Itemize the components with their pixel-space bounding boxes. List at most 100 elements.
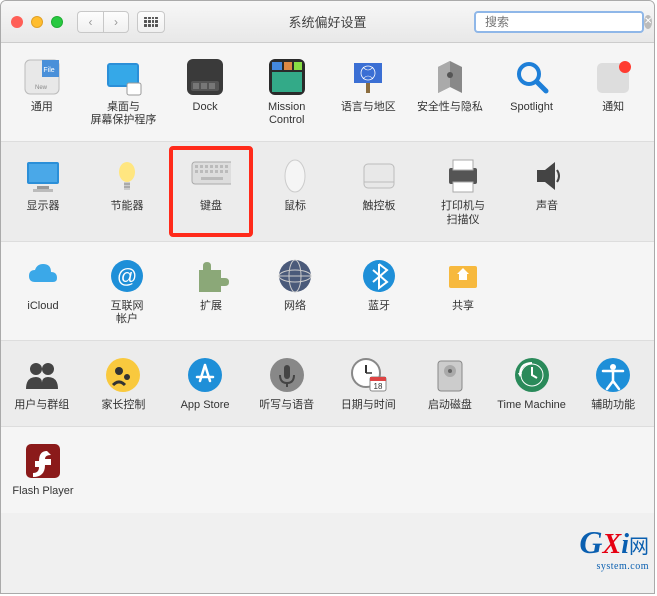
users-icon bbox=[22, 355, 62, 395]
titlebar: ‹ › 系统偏好设置 ✕ bbox=[1, 1, 654, 43]
pref-security[interactable]: 安全性与隐私 bbox=[409, 57, 491, 127]
timemachine-icon bbox=[512, 355, 552, 395]
language-icon bbox=[348, 57, 388, 97]
pref-label: Spotlight bbox=[510, 101, 553, 114]
pref-mission-control[interactable]: Mission Control bbox=[246, 57, 328, 127]
sharing-icon bbox=[443, 256, 483, 296]
pref-notifications[interactable]: 通知 bbox=[572, 57, 654, 127]
pref-flash-player[interactable]: Flash Player bbox=[1, 441, 85, 498]
svg-text:New: New bbox=[35, 85, 48, 91]
pref-users-groups[interactable]: 用户与群组 bbox=[1, 355, 83, 412]
pref-label: 日期与时间 bbox=[341, 399, 396, 412]
pref-label: 通知 bbox=[602, 101, 624, 114]
icloud-icon bbox=[23, 256, 63, 296]
pref-label: 扩展 bbox=[200, 300, 222, 313]
row-internet: iCloud @ 互联网 帐户 扩展 网络 bbox=[1, 242, 654, 341]
pref-label: 听写与语音 bbox=[259, 399, 314, 412]
pref-label: App Store bbox=[181, 399, 230, 412]
pref-label: 键盘 bbox=[200, 200, 222, 213]
trackpad-icon bbox=[359, 156, 399, 196]
zoom-button[interactable] bbox=[51, 16, 63, 28]
pref-bluetooth[interactable]: 蓝牙 bbox=[337, 256, 421, 326]
pref-label: 通用 bbox=[31, 101, 53, 114]
pref-trackpad[interactable]: 触控板 bbox=[337, 156, 421, 226]
pref-energy-saver[interactable]: 节能器 bbox=[85, 156, 169, 226]
pref-sound[interactable]: 声音 bbox=[505, 156, 589, 226]
close-button[interactable] bbox=[11, 16, 23, 28]
dictation-icon bbox=[267, 355, 307, 395]
row-thirdparty: Flash Player bbox=[1, 427, 654, 512]
pref-label: Dock bbox=[193, 101, 218, 114]
pref-label: iCloud bbox=[27, 300, 58, 313]
pref-parental-controls[interactable]: 家长控制 bbox=[83, 355, 165, 412]
pref-dock[interactable]: Dock bbox=[164, 57, 246, 127]
general-icon: File New bbox=[22, 57, 62, 97]
pref-label: 声音 bbox=[536, 200, 558, 213]
pref-dictation[interactable]: 听写与语音 bbox=[246, 355, 328, 412]
minimize-button[interactable] bbox=[31, 16, 43, 28]
back-button[interactable]: ‹ bbox=[77, 11, 103, 33]
sound-icon bbox=[527, 156, 567, 196]
pref-startup-disk[interactable]: 启动磁盘 bbox=[409, 355, 491, 412]
mouse-icon bbox=[275, 156, 315, 196]
flash-icon bbox=[23, 441, 63, 481]
pref-icloud[interactable]: iCloud bbox=[1, 256, 85, 326]
system-preferences-window: ‹ › 系统偏好设置 ✕ File New 通用 bbox=[0, 0, 655, 594]
pref-label: 桌面与 屏幕保护程序 bbox=[90, 101, 156, 127]
preferences-grid: FileNew 通用 桌面与 屏幕保护程序 Dock Mis bbox=[1, 43, 654, 513]
window-title: 系统偏好设置 bbox=[288, 12, 366, 31]
parental-icon bbox=[103, 355, 143, 395]
network-icon bbox=[275, 256, 315, 296]
pref-label: 触控板 bbox=[363, 200, 396, 213]
pref-displays[interactable]: 显示器 bbox=[1, 156, 85, 226]
pref-label: 蓝牙 bbox=[368, 300, 390, 313]
pref-label: 安全性与隐私 bbox=[417, 101, 483, 114]
pref-keyboard[interactable]: 键盘 bbox=[169, 146, 253, 236]
displays-icon bbox=[23, 156, 63, 196]
pref-language-region[interactable]: 语言与地区 bbox=[328, 57, 410, 127]
pref-date-time[interactable]: 18 日期与时间 bbox=[328, 355, 410, 412]
pref-label: 互联网 帐户 bbox=[111, 300, 144, 326]
pref-label: Mission Control bbox=[268, 101, 305, 127]
internet-accounts-icon: @ bbox=[107, 256, 147, 296]
svg-text:@: @ bbox=[117, 266, 137, 288]
spotlight-icon bbox=[512, 57, 552, 97]
pref-network[interactable]: 网络 bbox=[253, 256, 337, 326]
pref-accessibility[interactable]: 辅助功能 bbox=[572, 355, 654, 412]
pref-app-store[interactable]: App Store bbox=[164, 355, 246, 412]
pref-label: 网络 bbox=[284, 300, 306, 313]
search-field[interactable]: ✕ bbox=[474, 11, 644, 33]
clear-search-button[interactable]: ✕ bbox=[644, 15, 652, 29]
pref-label: 语言与地区 bbox=[341, 101, 396, 114]
pref-general[interactable]: File New 通用 bbox=[1, 57, 83, 127]
forward-button[interactable]: › bbox=[103, 11, 129, 33]
pref-label: 用户与群组 bbox=[14, 399, 69, 412]
startup-disk-icon bbox=[430, 355, 470, 395]
pref-time-machine[interactable]: Time Machine bbox=[491, 355, 573, 412]
pref-label: 打印机与 扫描仪 bbox=[441, 200, 485, 226]
pref-desktop[interactable]: 桌面与 屏幕保护程序 bbox=[83, 57, 165, 127]
svg-text:File: File bbox=[43, 67, 54, 74]
pref-label: Flash Player bbox=[12, 485, 73, 498]
show-all-button[interactable] bbox=[137, 11, 165, 33]
pref-label: 家长控制 bbox=[101, 399, 145, 412]
desktop-icon bbox=[103, 57, 143, 97]
notifications-icon bbox=[593, 57, 633, 97]
extensions-icon bbox=[191, 256, 231, 296]
pref-sharing[interactable]: 共享 bbox=[421, 256, 505, 326]
pref-printers[interactable]: 打印机与 扫描仪 bbox=[421, 156, 505, 226]
bluetooth-icon bbox=[359, 256, 399, 296]
row-system: 用户与群组 家长控制 App Store 听写与语音 bbox=[1, 341, 654, 427]
pref-spotlight[interactable]: Spotlight bbox=[491, 57, 573, 127]
energy-icon bbox=[107, 156, 147, 196]
mission-control-icon bbox=[267, 57, 307, 97]
search-input[interactable] bbox=[485, 15, 640, 29]
pref-label: 显示器 bbox=[27, 200, 60, 213]
pref-internet-accounts[interactable]: @ 互联网 帐户 bbox=[85, 256, 169, 326]
dock-icon bbox=[185, 57, 225, 97]
pref-label: 鼠标 bbox=[284, 200, 306, 213]
window-controls bbox=[11, 16, 63, 28]
nav-buttons: ‹ › bbox=[77, 11, 129, 33]
pref-extensions[interactable]: 扩展 bbox=[169, 256, 253, 326]
pref-mouse[interactable]: 鼠标 bbox=[253, 156, 337, 226]
